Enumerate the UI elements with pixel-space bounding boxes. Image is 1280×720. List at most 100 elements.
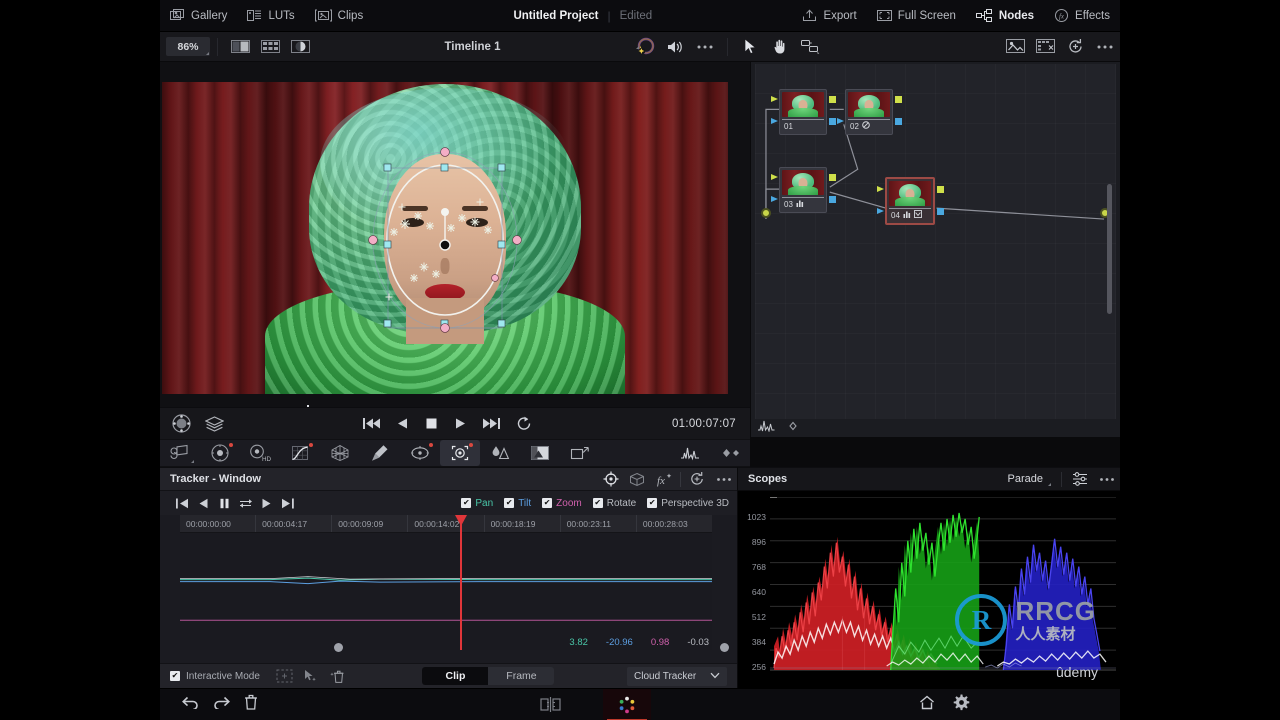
undo-icon[interactable] — [182, 695, 199, 714]
video-viewer[interactable] — [162, 82, 728, 394]
node-source-endpoint[interactable] — [761, 208, 771, 218]
checkbox-rotate[interactable]: ✔ — [592, 498, 603, 508]
scopes-body[interactable]: 1023 896 768 640 512 384 256 128 0 — [738, 491, 1120, 720]
node-vertical-scrollbar[interactable] — [1107, 184, 1112, 314]
tracker-type-select[interactable]: Cloud Tracker — [627, 666, 727, 686]
segment-clip[interactable]: Clip — [422, 667, 489, 685]
select-arrow-icon[interactable] — [735, 35, 765, 59]
node-input-rgb-port[interactable] — [877, 186, 884, 192]
pause-icon[interactable] — [214, 491, 235, 515]
settings-gear-icon[interactable] — [953, 694, 970, 716]
first-frame-icon[interactable] — [363, 413, 381, 435]
tracker-check-rotate[interactable]: ✔ Rotate — [592, 498, 636, 509]
node-output-key-port[interactable] — [895, 118, 902, 125]
split-view-button[interactable] — [227, 37, 253, 56]
power-window-icon[interactable] — [400, 440, 440, 466]
grid-view-button[interactable] — [257, 37, 283, 56]
scope-settings-icon[interactable] — [1066, 468, 1093, 491]
node-scopes-icon[interactable] — [757, 419, 775, 437]
track-both-ways-icon[interactable] — [235, 491, 256, 515]
scopes-mode-selector[interactable]: Parade — [1008, 473, 1051, 486]
nodes-button[interactable]: Nodes — [966, 0, 1044, 32]
insert-window-icon[interactable] — [272, 666, 298, 686]
node-input-key-port[interactable] — [771, 196, 778, 202]
3d-box-icon[interactable] — [624, 468, 651, 491]
luts-button[interactable]: LUTs — [237, 0, 304, 32]
scopes-mini-icon[interactable] — [670, 440, 710, 466]
node-output-rgb-port[interactable] — [895, 96, 902, 103]
timeline-name-group[interactable]: Timeline 1 — [315, 41, 639, 53]
reset-icon[interactable] — [1060, 35, 1090, 59]
color-warper-icon[interactable] — [320, 440, 360, 466]
more-options-icon[interactable] — [710, 468, 737, 491]
node-03[interactable]: 03 — [771, 167, 836, 213]
node-grid-icon[interactable] — [1030, 35, 1060, 59]
node-output-key-port[interactable] — [829, 118, 836, 125]
delete-point-icon[interactable] — [324, 666, 350, 686]
checkbox-interactive-mode[interactable]: ✔ — [170, 671, 180, 681]
image-view-icon[interactable] — [1000, 35, 1030, 59]
node-output-rgb-port[interactable] — [829, 174, 836, 181]
last-frame-icon[interactable] — [277, 491, 298, 515]
play-icon[interactable] — [256, 491, 277, 515]
more-options-icon[interactable] — [1093, 468, 1120, 491]
qualifier-icon[interactable] — [360, 440, 400, 466]
last-frame-icon[interactable] — [483, 413, 501, 435]
checkbox-zoom[interactable]: ✔ — [542, 498, 553, 508]
home-icon[interactable] — [919, 695, 935, 715]
tracker-check-tilt[interactable]: ✔ Tilt — [504, 498, 531, 509]
wipe-view-button[interactable] — [287, 37, 313, 56]
node-output-rgb-port[interactable] — [937, 186, 944, 193]
tracker-check-perspective3d[interactable]: ✔ Perspective 3D — [647, 498, 729, 509]
fx-icon[interactable]: fx — [651, 468, 678, 491]
node-input-key-port[interactable] — [771, 118, 778, 124]
reset-icon[interactable] — [683, 468, 710, 491]
node-input-key-port[interactable] — [877, 208, 884, 214]
more-options-icon[interactable] — [1090, 35, 1120, 59]
tracker-playhead[interactable] — [455, 515, 467, 650]
checkbox-pan[interactable]: ✔ — [461, 498, 472, 508]
node-output-key-port[interactable] — [829, 196, 836, 203]
checkbox-tilt[interactable]: ✔ — [504, 498, 515, 508]
blur-icon[interactable] — [480, 440, 520, 466]
node-output-key-port[interactable] — [937, 208, 944, 215]
key-icon[interactable] — [520, 440, 560, 466]
loop-icon[interactable] — [516, 413, 532, 435]
gallery-button[interactable]: Gallery — [160, 0, 237, 32]
node-02[interactable]: 02 — [837, 89, 902, 135]
segment-frame[interactable]: Frame — [488, 667, 554, 685]
layers-icon[interactable] — [205, 413, 224, 435]
hdr-wheels-icon[interactable]: HDR — [240, 440, 280, 466]
camera-raw-icon[interactable] — [160, 440, 200, 466]
tracker-check-zoom[interactable]: ✔ Zoom — [542, 498, 582, 509]
node-output-rgb-port[interactable] — [829, 96, 836, 103]
export-button[interactable]: Export — [792, 0, 866, 32]
clips-button[interactable]: Clips — [305, 0, 374, 32]
tracker-check-pan[interactable]: ✔ Pan — [461, 498, 493, 509]
node-graph-canvas[interactable]: 01 02 03 04 — [755, 64, 1116, 419]
node-input-rgb-port[interactable] — [771, 174, 778, 180]
curves-icon[interactable] — [280, 440, 320, 466]
delete-icon[interactable] — [244, 694, 258, 715]
tracker-range-start-handle[interactable] — [334, 643, 343, 652]
keyframes-icon[interactable] — [710, 440, 750, 466]
clip-frame-segmented-control[interactable]: Clip Frame — [422, 667, 555, 685]
more-options-icon[interactable] — [690, 35, 720, 59]
pan-hand-icon[interactable] — [765, 35, 795, 59]
node-01[interactable]: 01 — [771, 89, 836, 135]
interactive-mode-toggle[interactable]: ✔ Interactive Mode — [170, 671, 260, 682]
color-wheels-icon[interactable] — [200, 440, 240, 466]
node-input-rgb-port[interactable] — [771, 96, 778, 102]
zoom-level-field[interactable]: 86% — [166, 37, 210, 56]
node-keyframe-icon[interactable] — [785, 419, 801, 437]
tracker-range-end-handle[interactable] — [720, 643, 729, 652]
reverse-play-icon[interactable] — [396, 413, 409, 435]
sizing-icon[interactable] — [560, 440, 600, 466]
node-04[interactable]: 04 — [877, 177, 944, 225]
color-page-icon[interactable] — [602, 688, 651, 720]
fullscreen-button[interactable]: Full Screen — [867, 0, 966, 32]
tracker-point-icon[interactable] — [597, 468, 624, 491]
audio-icon[interactable] — [660, 35, 690, 59]
redo-icon[interactable] — [213, 695, 230, 714]
effects-button[interactable]: fx Effects — [1044, 0, 1120, 32]
